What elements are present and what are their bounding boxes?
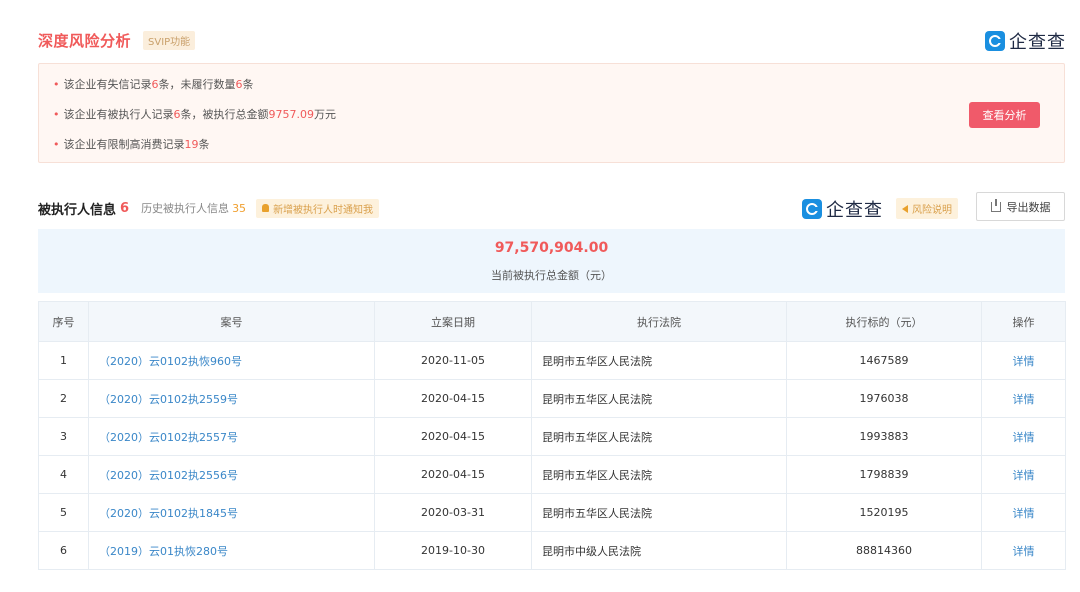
detail-link[interactable]: 详情 <box>981 531 1066 570</box>
executed-person-header: 被执行人信息 6 历史被执行人信息 35 新增被执行人时通知我 <box>38 197 380 219</box>
case-link[interactable]: （2020）云0102执2557号 <box>88 417 375 456</box>
cell-court: 昆明市五华区人民法院 <box>531 455 787 494</box>
cell-date: 2020-04-15 <box>374 455 532 494</box>
detail-link[interactable]: 详情 <box>981 379 1066 418</box>
cell-date: 2020-03-31 <box>374 493 532 532</box>
cell-no: 5 <box>38 493 89 532</box>
cell-no: 4 <box>38 455 89 494</box>
risk-text: 该企业有限制高消费记录 <box>63 138 185 151</box>
risk-text: 该企业有失信记录 <box>63 78 152 91</box>
case-link[interactable]: （2020）云0102执恢960号 <box>88 341 375 380</box>
detail-link[interactable]: 详情 <box>981 493 1066 532</box>
qichacha-logo: 企查查 <box>985 28 1066 54</box>
table-row: 4 （2020）云0102执2556号 2020-04-15 昆明市五华区人民法… <box>38 455 1066 494</box>
risk-item: • 该企业有被执行人记录6条，被执行总金额9757.09万元 <box>53 106 336 122</box>
executed-person-table: 序号 案号 立案日期 执行法院 执行标的（元） 操作 1 （2020）云0102… <box>38 301 1066 570</box>
cell-court: 昆明市五华区人民法院 <box>531 493 787 532</box>
total-amount-label: 当前被执行总金额（元） <box>491 269 612 282</box>
bullet-icon: • <box>53 108 60 121</box>
speaker-icon <box>902 204 908 213</box>
case-link[interactable]: （2020）云0102执2559号 <box>88 379 375 418</box>
history-label: 历史被执行人信息 <box>141 202 230 215</box>
cell-court: 昆明市五华区人民法院 <box>531 341 787 380</box>
table-row: 5 （2020）云0102执1845号 2020-03-31 昆明市五华区人民法… <box>38 493 1066 532</box>
notify-label: 新增被执行人时通知我 <box>273 204 374 216</box>
risk-item: • 该企业有限制高消费记录19条 <box>53 136 210 152</box>
col-header-court: 执行法院 <box>531 301 787 342</box>
col-header-date: 立案日期 <box>374 301 532 342</box>
risk-explain-label: 风险说明 <box>912 205 952 216</box>
case-link[interactable]: （2020）云0102执1845号 <box>88 493 375 532</box>
bullet-icon: • <box>53 78 60 91</box>
bullet-icon: • <box>53 138 60 151</box>
col-header-amount: 执行标的（元） <box>786 301 982 342</box>
logo-text: 企查查 <box>1009 32 1066 53</box>
cell-court: 昆明市五华区人民法院 <box>531 379 787 418</box>
risk-text: 条，未履行数量 <box>158 78 236 91</box>
risk-text: 条 <box>198 138 210 151</box>
cell-court: 昆明市中级人民法院 <box>531 531 787 570</box>
detail-link[interactable]: 详情 <box>981 455 1066 494</box>
section-title: 被执行人信息 <box>38 202 117 218</box>
logo-text: 企查查 <box>826 200 883 221</box>
svip-badge: SVIP功能 <box>143 30 196 50</box>
cell-court: 昆明市五华区人民法院 <box>531 417 787 456</box>
risk-text: 条，被执行总金额 <box>180 108 269 121</box>
cell-amount: 1520195 <box>786 493 982 532</box>
download-icon <box>990 198 1001 212</box>
notify-button[interactable]: 新增被执行人时通知我 <box>256 198 380 218</box>
cell-amount: 1798839 <box>786 455 982 494</box>
risk-text: 万元 <box>314 108 336 121</box>
case-link[interactable]: （2019）云01执恢280号 <box>88 531 375 570</box>
risk-header: 深度风险分析 SVIP功能 <box>38 28 196 52</box>
cell-no: 6 <box>38 531 89 570</box>
cell-date: 2020-11-05 <box>374 341 532 380</box>
qichacha-logo-icon <box>802 199 822 219</box>
risk-number: 6 <box>151 78 159 91</box>
view-analysis-button[interactable]: 查看分析 <box>969 102 1040 128</box>
table-row: 2 （2020）云0102执2559号 2020-04-15 昆明市五华区人民法… <box>38 379 1066 418</box>
risk-number: 6 <box>235 78 243 91</box>
section-count: 6 <box>120 200 130 216</box>
risk-item: • 该企业有失信记录6条，未履行数量6条 <box>53 76 254 92</box>
table-row: 3 （2020）云0102执2557号 2020-04-15 昆明市五华区人民法… <box>38 417 1066 456</box>
table-row: 6 （2019）云01执恢280号 2019-10-30 昆明市中级人民法院 8… <box>38 531 1066 570</box>
cell-no: 2 <box>38 379 89 418</box>
cell-amount: 1467589 <box>786 341 982 380</box>
risk-text: 该企业有被执行人记录 <box>63 108 174 121</box>
cell-amount: 88814360 <box>786 531 982 570</box>
cell-amount: 1976038 <box>786 379 982 418</box>
risk-title: 深度风险分析 <box>38 31 132 50</box>
history-link[interactable]: 历史被执行人信息 35 <box>141 200 246 216</box>
risk-number: 19 <box>184 138 199 151</box>
cell-no: 3 <box>38 417 89 456</box>
case-link[interactable]: （2020）云0102执2556号 <box>88 455 375 494</box>
table-row: 1 （2020）云0102执恢960号 2020-11-05 昆明市五华区人民法… <box>38 341 1066 380</box>
total-amount: 97,570,904.00 <box>494 240 609 256</box>
risk-number: 6 <box>173 108 181 121</box>
col-header-no: 序号 <box>38 301 89 342</box>
export-data-button[interactable]: 导出数据 <box>976 192 1065 221</box>
cell-no: 1 <box>38 341 89 380</box>
history-count: 35 <box>232 202 247 215</box>
risk-number: 9757.09 <box>268 108 315 121</box>
cell-date: 2020-04-15 <box>374 417 532 456</box>
risk-text: 条 <box>242 78 254 91</box>
qichacha-logo: 企查查 <box>802 196 883 222</box>
qichacha-logo-icon <box>985 31 1005 51</box>
cell-amount: 1993883 <box>786 417 982 456</box>
risk-summary-box: • 该企业有失信记录6条，未履行数量6条 • 该企业有被执行人记录6条，被执行总金额… <box>38 63 1065 163</box>
detail-link[interactable]: 详情 <box>981 417 1066 456</box>
bell-icon <box>262 204 270 212</box>
detail-link[interactable]: 详情 <box>981 341 1066 380</box>
table-header-row: 序号 案号 立案日期 执行法院 执行标的（元） 操作 <box>38 301 1066 342</box>
risk-explain-button[interactable]: 风险说明 <box>896 198 958 219</box>
cell-date: 2019-10-30 <box>374 531 532 570</box>
col-header-case: 案号 <box>88 301 375 342</box>
cell-date: 2020-04-15 <box>374 379 532 418</box>
total-amount-summary: 97,570,904.00 当前被执行总金额（元） <box>38 229 1065 293</box>
export-label: 导出数据 <box>1006 200 1051 214</box>
col-header-op: 操作 <box>981 301 1066 342</box>
